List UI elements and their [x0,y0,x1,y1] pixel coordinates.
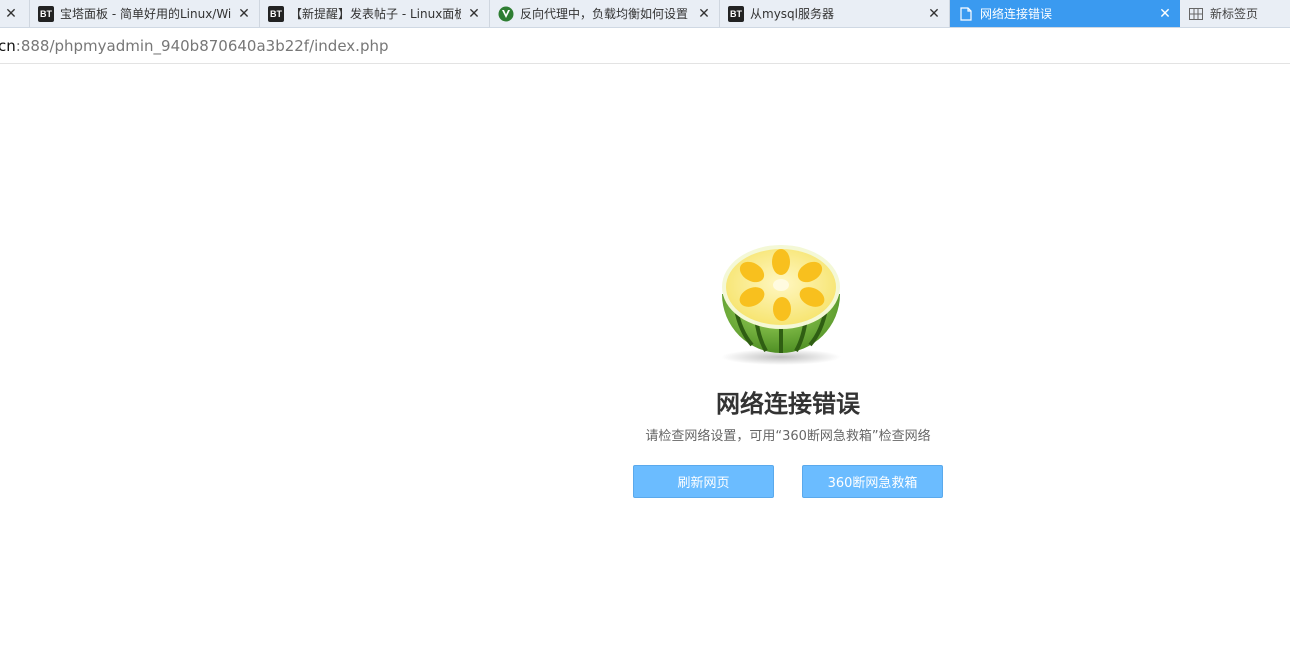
tab-title: 从mysql服务器 [750,7,834,21]
tab-title: 宝塔面板 - 简单好用的Linux/Wi [60,7,231,21]
tab-baota-panel[interactable]: BT 宝塔面板 - 简单好用的Linux/Wi ✕ [30,0,260,27]
refresh-button[interactable]: 刷新网页 [633,465,774,498]
shield-logo-icon [498,6,514,22]
error-description: 请检查网络设置，可用“360断网急救箱”检查网络 [645,429,931,444]
tab-network-error[interactable]: 网络连接错误 ✕ [950,0,1180,27]
error-page: 网络连接错误 请检查网络设置，可用“360断网急救箱”检查网络 刷新网页 360… [0,64,1290,663]
lemon-watermelon-icon [706,239,856,369]
close-icon[interactable]: ✕ [1156,5,1174,23]
network-rescue-button[interactable]: 360断网急救箱 [802,465,943,498]
url-host: cn [0,36,16,55]
close-icon[interactable]: ✕ [695,5,713,23]
tab-mysql-server[interactable]: BT 从mysql服务器 ✕ [720,0,950,27]
page-icon [958,6,974,22]
close-icon[interactable]: ✕ [925,5,943,23]
tab-reverse-proxy[interactable]: 反向代理中，负载均衡如何设置 ✕ [490,0,720,27]
tab-new-tab-page[interactable]: 新标签页 [1180,0,1290,27]
url-path: :888/phpmyadmin_940b870640a3b22f/index.p… [15,36,389,55]
close-icon[interactable]: ✕ [465,5,483,23]
close-icon[interactable]: ✕ [235,5,253,23]
bt-logo-icon: BT [728,5,744,22]
address-bar[interactable]: cn:888/phpmyadmin_940b870640a3b22f/index… [0,28,1290,64]
url-text[interactable]: cn:888/phpmyadmin_940b870640a3b22f/index… [0,37,389,55]
grid-icon [1188,6,1204,22]
tab-new-post[interactable]: BT 【新提醒】发表帖子 - Linux面板 ✕ [260,0,490,27]
tab-title: 反向代理中，负载均衡如何设置 [520,7,689,21]
bt-logo-icon: BT [38,5,54,22]
close-icon[interactable]: ✕ [2,5,20,23]
error-title: 网络连接错误 [716,390,860,418]
bt-logo-icon: BT [268,5,284,22]
tab-partial[interactable]: ✕ [0,0,30,27]
tab-title: 【新提醒】发表帖子 - Linux面板 [290,7,461,21]
tab-strip: ✕ BT 宝塔面板 - 简单好用的Linux/Wi ✕ BT 【新提醒】发表帖子… [0,0,1290,28]
tab-title: 新标签页 [1210,7,1259,21]
tab-title: 网络连接错误 [980,7,1053,21]
